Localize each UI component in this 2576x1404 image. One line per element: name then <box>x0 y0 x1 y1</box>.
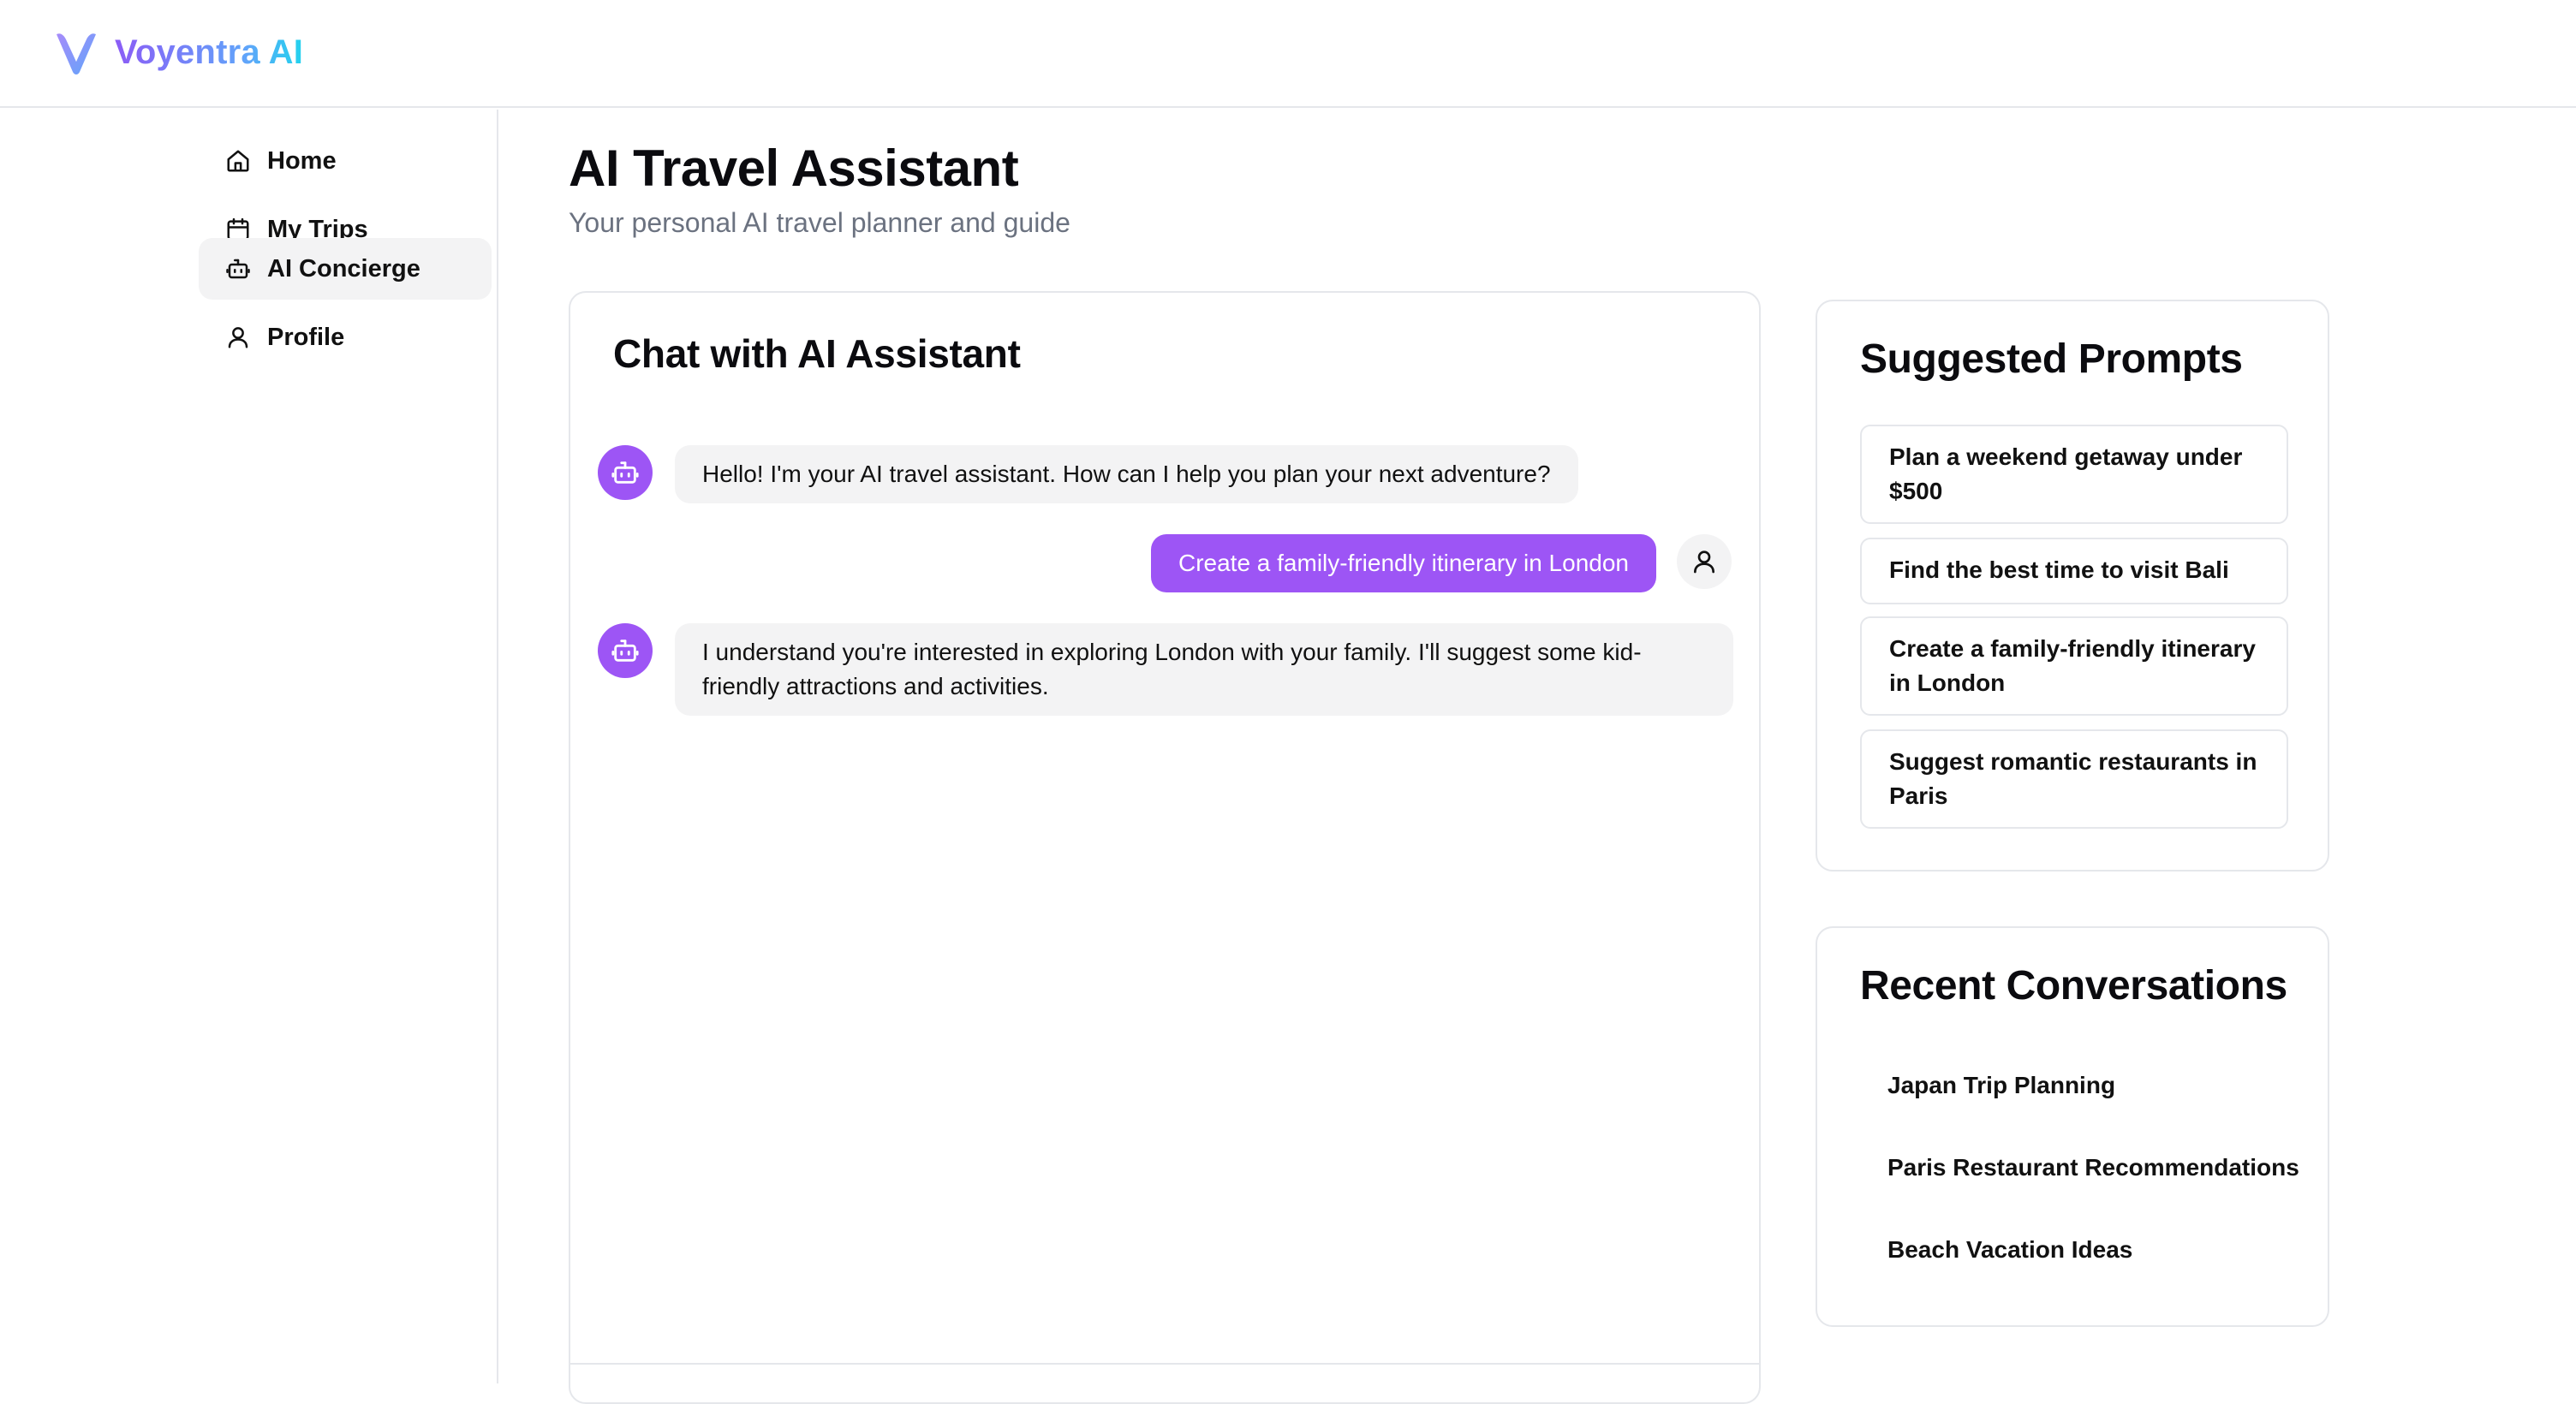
sidebar-item-profile[interactable]: Profile <box>199 306 492 368</box>
conversation-item[interactable]: Paris Restaurant Recommendations <box>1887 1154 2299 1181</box>
user-avatar <box>1677 534 1732 589</box>
bot-icon <box>224 255 252 283</box>
assistant-message: Hello! I'm your AI travel assistant. How… <box>675 445 1578 503</box>
brand-name: Voyentra AI <box>115 33 304 71</box>
sidebar-item-label: Home <box>267 146 337 175</box>
suggested-prompt-button[interactable]: Suggest romantic restaurants in Paris <box>1860 729 2288 829</box>
bot-icon <box>611 640 639 662</box>
sidebar-item-home[interactable]: Home <box>199 130 492 192</box>
suggested-prompt-button[interactable]: Create a family-friendly itinerary in Lo… <box>1860 616 2288 716</box>
recent-conversations-panel: Recent Conversations Japan Trip Planning… <box>1816 926 2329 1327</box>
sidebar: Home My Trips AI Concierge Profile <box>0 110 498 1383</box>
assistant-avatar <box>598 445 653 500</box>
sidebar-item-label: AI Concierge <box>267 254 420 283</box>
recent-conversations-title: Recent Conversations <box>1860 963 2287 1008</box>
conversation-item[interactable]: Beach Vacation Ideas <box>1887 1236 2132 1264</box>
chat-title: Chat with AI Assistant <box>613 331 1021 376</box>
assistant-avatar <box>598 623 653 678</box>
assistant-message: I understand you're interested in explor… <box>675 623 1733 716</box>
brand[interactable]: Voyentra AI <box>51 27 303 77</box>
page-subtitle: Your personal AI travel planner and guid… <box>569 207 1070 238</box>
suggested-prompts-panel: Suggested Prompts Plan a weekend getaway… <box>1816 300 2329 872</box>
conversation-item[interactable]: Japan Trip Planning <box>1887 1072 2115 1099</box>
home-icon <box>224 147 252 175</box>
top-bar: Voyentra AI <box>0 0 2576 108</box>
page-title: AI Travel Assistant <box>569 140 1019 197</box>
bot-icon <box>611 461 639 484</box>
user-message: Create a family-friendly itinerary in Lo… <box>1150 534 1656 592</box>
sidebar-item-ai-concierge[interactable]: AI Concierge <box>199 238 492 300</box>
chat-input-divider <box>570 1363 1759 1365</box>
suggested-prompts-title: Suggested Prompts <box>1860 336 2243 382</box>
sidebar-item-label: Profile <box>267 323 345 351</box>
suggested-prompt-button[interactable]: Plan a weekend getaway under $500 <box>1860 425 2288 524</box>
suggested-prompt-button[interactable]: Find the best time to visit Bali <box>1860 538 2288 604</box>
chat-panel: Chat with AI Assistant Hello! I'm your A… <box>569 291 1761 1404</box>
user-icon <box>224 324 252 351</box>
logo-icon <box>57 33 96 74</box>
user-icon <box>1694 550 1714 574</box>
